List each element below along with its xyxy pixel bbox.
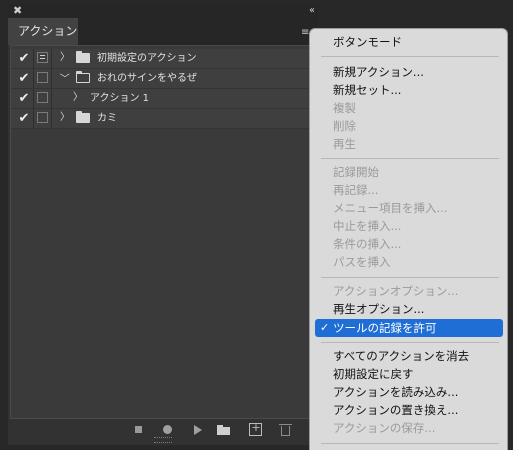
- action-set-label: 初期設定のアクション: [97, 53, 197, 64]
- folder-icon: [76, 51, 90, 63]
- menu-item-insert-conditional: 条件の挿入...: [333, 237, 402, 251]
- collapse-panel-icon[interactable]: ‹‹: [309, 4, 315, 18]
- action-set-row[interactable]: ✔ 〉 カミ: [11, 109, 315, 129]
- new-set-folder-icon[interactable]: [216, 422, 232, 438]
- new-action-icon[interactable]: [248, 421, 264, 438]
- folder-open-icon: [76, 71, 90, 83]
- menu-item-load-actions[interactable]: アクションを読み込み...: [310, 383, 507, 401]
- menu-item-button-mode[interactable]: ボタンモード: [310, 33, 507, 51]
- tab-actions[interactable]: アクション: [8, 18, 78, 45]
- menu-item-insert-menu-item: メニュー項目を挿入...: [333, 201, 448, 215]
- toggle-checkmark-icon[interactable]: ✔: [15, 70, 33, 88]
- record-icon[interactable]: [160, 422, 176, 438]
- column-divider: [51, 69, 52, 88]
- chevron-right-icon[interactable]: 〉: [60, 51, 70, 65]
- action-set-label: カミ: [97, 113, 117, 124]
- menu-item-insert-stop: 中止を挿入...: [333, 219, 402, 233]
- trash-icon[interactable]: [278, 422, 294, 438]
- action-row[interactable]: ✔ 〉 アクション 1: [11, 89, 315, 109]
- dialog-toggle-icon[interactable]: [37, 112, 48, 123]
- menu-item-play: 再生: [333, 137, 356, 151]
- action-set-label: おれのサインをやるぜ: [97, 73, 197, 84]
- column-divider: [33, 49, 34, 68]
- menu-item-record-again: 再記録...: [333, 183, 379, 197]
- panel-title-bar: ✖ ‹‹: [8, 4, 318, 18]
- dialog-toggle-icon[interactable]: [37, 72, 48, 83]
- dialog-toggle-icon[interactable]: [37, 52, 48, 63]
- resize-grip[interactable]: [154, 437, 172, 443]
- menu-item-clear-all-actions[interactable]: すべてのアクションを消去: [310, 347, 507, 365]
- menu-divider: [321, 158, 499, 159]
- panel-flyout-menu: ボタンモード 新規アクション... 新規セット... 複製 削除 再生 記録開始…: [310, 29, 507, 450]
- action-set-row[interactable]: ✔ 〉 おれのサインをやるぜ: [11, 69, 315, 89]
- menu-item-new-action[interactable]: 新規アクション...: [310, 63, 507, 81]
- menu-item-new-set[interactable]: 新規セット...: [310, 81, 507, 99]
- menu-item-delete: 削除: [333, 119, 356, 133]
- column-divider: [33, 89, 34, 108]
- play-icon[interactable]: [189, 422, 205, 438]
- menu-divider: [321, 277, 499, 278]
- folder-icon: [76, 111, 90, 123]
- toggle-checkmark-icon[interactable]: ✔: [15, 90, 33, 108]
- menu-item-reset-actions[interactable]: 初期設定に戻す: [310, 365, 507, 383]
- menu-item-allow-tool-recording[interactable]: ✓ ツールの記録を許可: [315, 319, 503, 337]
- chevron-right-icon[interactable]: 〉: [73, 91, 83, 105]
- chevron-right-icon[interactable]: 〉: [60, 111, 70, 125]
- dialog-toggle-icon[interactable]: [37, 92, 48, 103]
- column-divider: [51, 89, 52, 108]
- actions-panel: ✖ ‹‹ アクション ✔ 〉 初期設定のアクション ✔ 〉 おれのサインをやるぜ: [8, 4, 318, 445]
- menu-item-label: ツールの記録を許可: [333, 321, 437, 335]
- column-divider: [33, 69, 34, 88]
- menu-divider: [321, 443, 499, 444]
- column-divider: [33, 109, 34, 128]
- actions-list: ✔ 〉 初期設定のアクション ✔ 〉 おれのサインをやるぜ ✔ 〉 アクション …: [10, 45, 316, 419]
- action-label: アクション 1: [90, 93, 150, 104]
- stop-icon[interactable]: [131, 422, 147, 438]
- menu-divider: [321, 342, 499, 343]
- toggle-checkmark-icon[interactable]: ✔: [15, 50, 33, 68]
- panel-tab-bar: アクション: [8, 18, 318, 45]
- column-divider: [51, 109, 52, 128]
- menu-item-duplicate: 複製: [333, 101, 356, 115]
- close-panel-icon[interactable]: ✖: [13, 4, 22, 18]
- menu-item-start-recording: 記録開始: [333, 165, 379, 179]
- menu-divider: [321, 56, 499, 57]
- menu-item-save-actions: アクションの保存...: [333, 421, 436, 435]
- checkmark-icon: ✓: [320, 321, 330, 334]
- menu-item-insert-path: パスを挿入: [333, 255, 391, 269]
- menu-item-action-options: アクションオプション...: [333, 284, 459, 298]
- menu-item-playback-options[interactable]: 再生オプション...: [310, 300, 507, 318]
- column-divider: [51, 49, 52, 68]
- toggle-checkmark-icon[interactable]: ✔: [15, 110, 33, 128]
- chevron-down-icon[interactable]: 〉: [56, 73, 70, 83]
- action-set-row[interactable]: ✔ 〉 初期設定のアクション: [11, 49, 315, 69]
- menu-item-replace-actions[interactable]: アクションの置き換え...: [310, 401, 507, 419]
